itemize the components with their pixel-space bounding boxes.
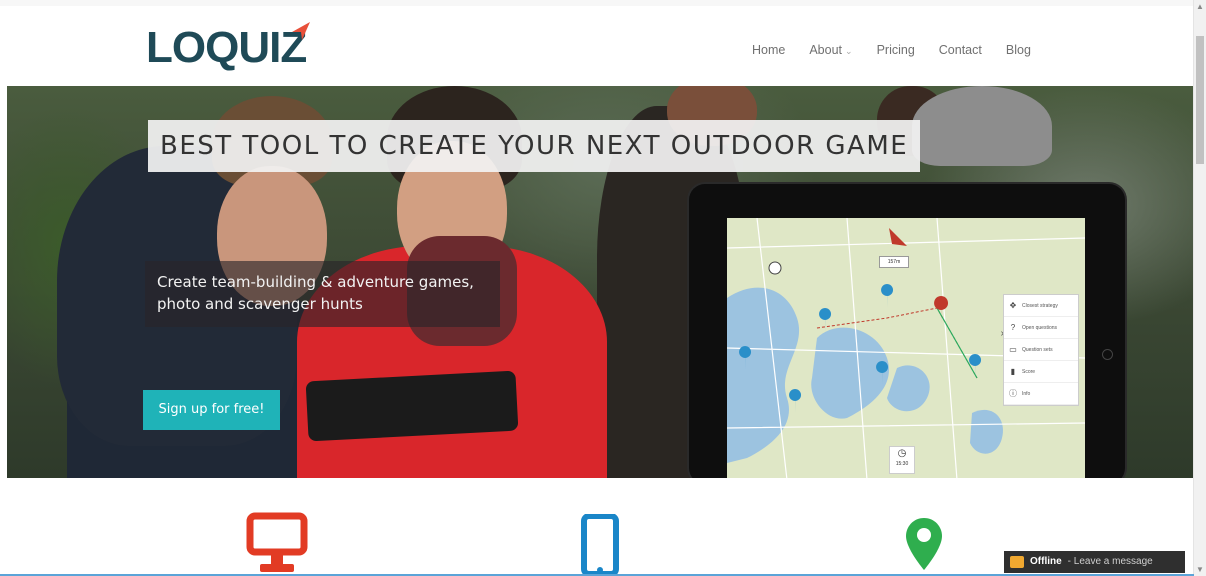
- nav-about[interactable]: About ⌄: [809, 42, 852, 59]
- panel-item[interactable]: ⓘ Info: [1004, 383, 1078, 405]
- scroll-down-icon[interactable]: ▼: [1196, 565, 1204, 574]
- signal-icon: ▮: [1010, 367, 1016, 376]
- logo[interactable]: LOQUIZ: [146, 24, 307, 72]
- scroll-up-icon[interactable]: ▲: [1196, 2, 1204, 11]
- ruler-icon: ▭: [1009, 345, 1017, 354]
- panel-item-label: Question sets: [1022, 346, 1053, 353]
- nav-about-label: About: [809, 43, 843, 57]
- compass-label: 15:30: [895, 461, 909, 467]
- hero-subtitle: Create team-building & adventure games, …: [145, 261, 500, 327]
- panel-item[interactable]: ? Open questions: [1004, 317, 1078, 339]
- page-scrollbar[interactable]: ▲ ▼: [1193, 0, 1206, 576]
- hero-title: BEST TOOL TO CREATE YOUR NEXT OUTDOOR GA…: [148, 120, 921, 172]
- panel-item-label: Info: [1022, 390, 1031, 397]
- chat-icon: [1010, 556, 1024, 568]
- map-pin-icon: [906, 518, 942, 570]
- signup-button[interactable]: Sign up for free!: [143, 390, 280, 430]
- scrollbar-thumb[interactable]: [1196, 36, 1204, 164]
- panel-item[interactable]: ▭ Question sets: [1004, 339, 1078, 361]
- chat-widget[interactable]: Offline - Leave a message: [1004, 551, 1185, 573]
- tablet-home-button: [1102, 349, 1113, 360]
- chat-message: - Leave a message: [1067, 556, 1153, 567]
- question-icon: ?: [1010, 323, 1016, 332]
- panel-item[interactable]: ▮ Score: [1004, 361, 1078, 383]
- photo-person-right-hat: [912, 86, 1052, 166]
- main-nav: Home About ⌄ Pricing Contact Blog: [752, 42, 1055, 59]
- monitor-icon: [246, 512, 308, 572]
- chevron-down-icon: ⌄: [845, 46, 853, 56]
- distance-badge: 157m: [879, 256, 909, 268]
- hero-subtitle-line1: Create team-building & adventure games,: [157, 273, 474, 291]
- logo-arrow-icon: [292, 22, 310, 40]
- panel-item-label: Closest strategy: [1022, 302, 1058, 309]
- tablet-mockup: 157m › ✥Closest strategy ?Open questions…: [689, 184, 1125, 478]
- nav-blog[interactable]: Blog: [1006, 42, 1031, 59]
- phone-icon: [581, 514, 619, 576]
- nav-contact[interactable]: Contact: [939, 42, 982, 59]
- info-icon: ⓘ: [1009, 389, 1017, 398]
- nav-pricing[interactable]: Pricing: [877, 42, 915, 59]
- chat-status: Offline: [1030, 556, 1062, 567]
- compass-icon: ◷: [897, 448, 907, 459]
- hero-subtitle-line2: photo and scavenger hunts: [157, 295, 363, 313]
- photo-held-tablet: [305, 370, 519, 442]
- nav-home[interactable]: Home: [752, 42, 785, 59]
- panel-item[interactable]: ✥ Closest strategy: [1004, 295, 1078, 317]
- arrows-icon: ✥: [1009, 301, 1017, 310]
- game-map: 157m › ✥Closest strategy ?Open questions…: [727, 218, 1085, 478]
- panel-item-label: Open questions: [1022, 324, 1058, 331]
- hero-banner: BEST TOOL TO CREATE YOUR NEXT OUTDOOR GA…: [7, 86, 1194, 478]
- panel-item-label: Score: [1022, 368, 1036, 375]
- map-side-panel: ✥ Closest strategy ? Open questions ▭ Quest…: [1003, 294, 1079, 406]
- site-header: LOQUIZ Home About ⌄ Pricing Contact Blog: [0, 6, 1194, 86]
- compass-widget[interactable]: ◷ 15:30: [889, 446, 915, 474]
